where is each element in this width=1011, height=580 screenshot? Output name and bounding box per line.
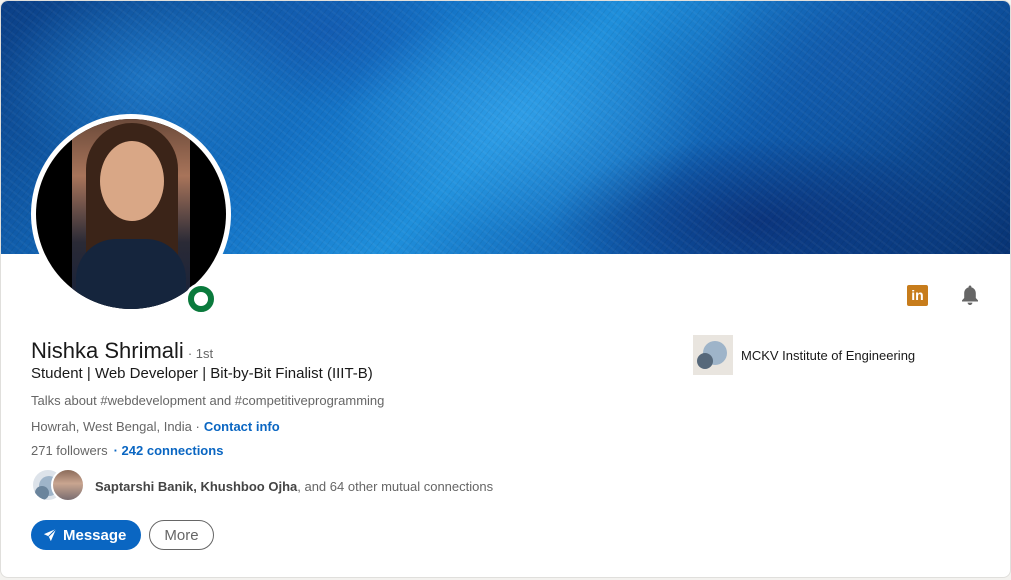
location-row: Howrah, West Bengal, India · Contact inf… <box>31 419 280 434</box>
name-row: Nishka Shrimali · 1st <box>31 338 213 364</box>
school-logo <box>693 335 733 375</box>
mutual-names: Saptarshi Banik, Khushboo Ojha <box>95 478 298 494</box>
profile-name: Nishka Shrimali <box>31 338 184 363</box>
connections-link[interactable]: · 242 connections <box>114 443 224 458</box>
send-icon <box>43 528 57 542</box>
online-status-icon <box>185 283 217 315</box>
bell-icon[interactable] <box>960 284 980 306</box>
talks-about: Talks about #webdevelopment and #competi… <box>31 393 385 408</box>
avatar <box>51 468 85 502</box>
counts-row: 271 followers · 242 connections <box>31 443 223 458</box>
education-org[interactable]: MCKV Institute of Engineering <box>693 335 915 375</box>
followers-count: 271 followers <box>31 443 108 458</box>
profile-card: in Nishka Shrimali · 1st Student | Web D… <box>0 0 1011 578</box>
mutual-connections-text: Saptarshi Banik, Khushboo Ojha, and 64 o… <box>95 479 493 494</box>
school-name: MCKV Institute of Engineering <box>741 347 916 363</box>
mutual-rest: , and 64 other mutual connections <box>297 478 494 494</box>
mutual-avatars <box>31 468 85 504</box>
profile-top-actions: in <box>907 284 980 306</box>
profile-actions: Message More <box>31 520 214 550</box>
profile-headline: Student | Web Developer | Bit-by-Bit Fin… <box>31 365 373 382</box>
contact-info-link[interactable]: Contact info <box>204 419 280 434</box>
mutual-connections[interactable]: Saptarshi Banik, Khushboo Ojha, and 64 o… <box>31 468 493 504</box>
avatar-photo <box>36 119 226 309</box>
profile-location: Howrah, West Bengal, India · <box>31 419 200 434</box>
linkedin-icon[interactable]: in <box>907 284 928 306</box>
more-button[interactable]: More <box>149 520 214 550</box>
more-button-label: More <box>164 526 199 544</box>
message-button-label: Message <box>63 526 127 544</box>
connection-degree: · 1st <box>187 346 214 361</box>
message-button[interactable]: Message <box>31 520 142 550</box>
